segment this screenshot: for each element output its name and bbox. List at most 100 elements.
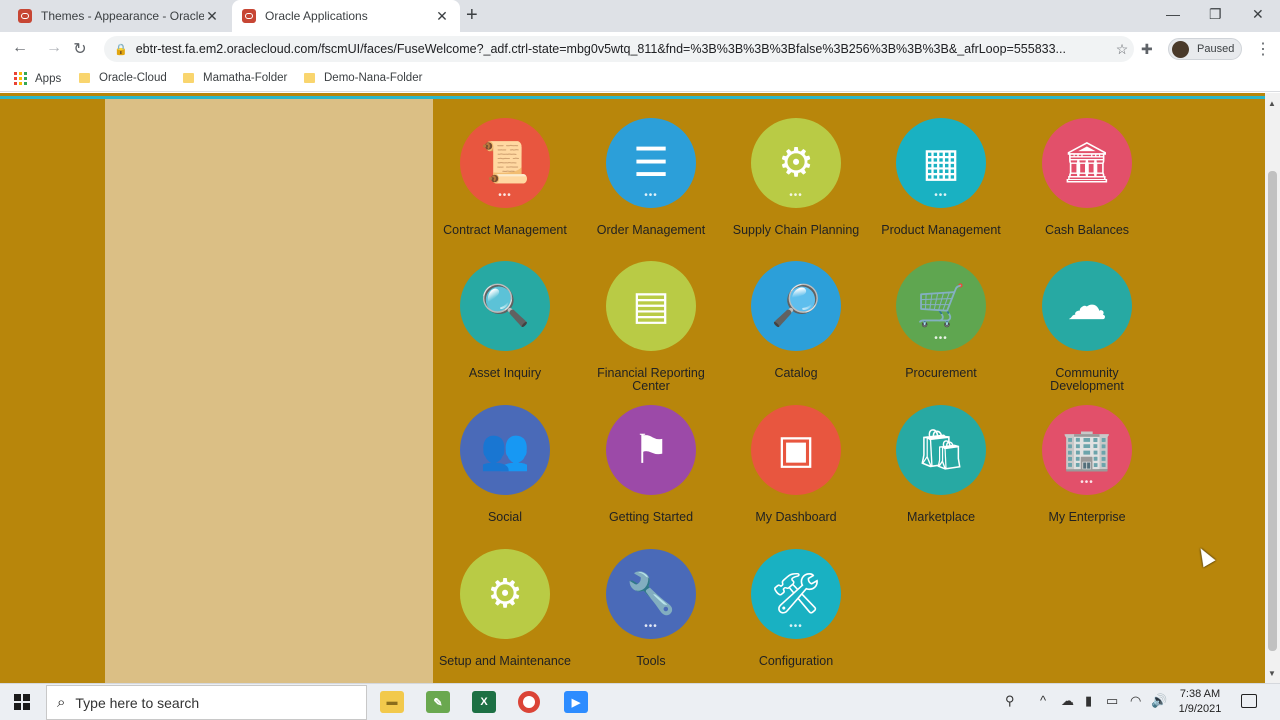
tile-icon-circle[interactable]: 🔧 ••• <box>606 549 696 639</box>
springboard-tile[interactable]: ▤ Financial Reporting Center <box>581 261 721 393</box>
tile-icon-circle[interactable]: 📜 ••• <box>460 118 550 208</box>
springboard-tile[interactable]: 🛍 Marketplace <box>871 405 1011 524</box>
tile-icon-circle[interactable]: 🛠 ••• <box>751 549 841 639</box>
tile-icon-circle[interactable]: ☁ <box>1042 261 1132 351</box>
springboard-tile[interactable]: 🔍 Asset Inquiry <box>435 261 575 380</box>
chrome-icon[interactable] <box>518 691 540 713</box>
maximize-icon[interactable]: ❐ <box>1209 6 1222 23</box>
tile-label: Catalog <box>774 366 818 380</box>
onedrive-icon[interactable]: ☁ <box>1061 693 1074 709</box>
oracle-favicon-icon <box>18 9 32 23</box>
flag-icon: ⚑ <box>633 428 669 472</box>
more-dots-icon: ••• <box>934 333 948 344</box>
tile-label: My Dashboard <box>755 510 837 524</box>
excel-icon[interactable]: X <box>472 691 496 713</box>
more-dots-icon: ••• <box>789 190 803 201</box>
springboard-tile[interactable]: ▦ ••• Product Management <box>871 118 1011 237</box>
url-bar[interactable]: 🔒 ebtr-test.fa.em2.oraclecloud.com/fscmU… <box>104 36 1134 62</box>
profile-button[interactable]: Paused <box>1168 38 1242 60</box>
tile-icon-circle[interactable]: ▣ <box>751 405 841 495</box>
springboard-tile[interactable]: 📜 ••• Contract Management <box>435 118 575 237</box>
springboard-tile[interactable]: ⚙ ••• Supply Chain Planning <box>726 118 866 237</box>
close-tab-icon[interactable]: ✕ <box>204 8 220 25</box>
tile-icon-circle[interactable]: 🏢 ••• <box>1042 405 1132 495</box>
scrollbar-thumb[interactable] <box>1268 171 1277 651</box>
close-window-icon[interactable]: ✕ <box>1252 6 1264 23</box>
taskbar-search-input[interactable]: ⌕ Type here to search <box>46 685 367 720</box>
springboard-tile[interactable]: ⚑ Getting Started <box>581 405 721 524</box>
zoom-icon[interactable]: ▶ <box>564 691 588 713</box>
springboard-tile[interactable]: ▣ My Dashboard <box>726 405 866 524</box>
cloud-city-icon: ☁ <box>1067 284 1107 328</box>
tile-icon-circle[interactable]: 🔎 <box>751 261 841 351</box>
scroll-up-arrow-icon[interactable]: ▲ <box>1268 99 1276 108</box>
tile-icon-circle[interactable]: ⚙ ••• <box>751 118 841 208</box>
address-toolbar: ← → ↻ 🔒 ebtr-test.fa.em2.oraclecloud.com… <box>0 32 1280 66</box>
oracle-favicon-icon <box>242 9 256 23</box>
system-clock[interactable]: 7:38 AM 1/9/2021 <box>1172 687 1228 717</box>
notifications-icon[interactable] <box>1241 694 1257 708</box>
tile-icon-circle[interactable]: ⚑ <box>606 405 696 495</box>
tile-icon-circle[interactable]: ⚙ <box>460 549 550 639</box>
bookmark-star-icon[interactable]: ☆ <box>1110 41 1134 58</box>
more-dots-icon: ••• <box>1080 477 1094 488</box>
bookmark-demo-nana-folder[interactable]: Demo-Nana-Folder <box>304 72 422 84</box>
reload-icon[interactable]: ↻ <box>70 39 90 59</box>
config-wrench-icon: 🛠 <box>770 572 822 616</box>
wifi-icon[interactable]: ◠ <box>1130 693 1141 709</box>
people-network-icon: 👥 <box>480 428 530 472</box>
tile-icon-circle[interactable]: 🛒 ••• <box>896 261 986 351</box>
springboard-tile[interactable]: 🔧 ••• Tools <box>581 549 721 668</box>
springboard-tile[interactable]: 👥 Social <box>435 405 575 524</box>
close-tab-icon[interactable]: ✕ <box>434 8 450 25</box>
tile-icon-circle[interactable]: 👥 <box>460 405 550 495</box>
extensions-puzzle-icon[interactable]: ✚ <box>1141 41 1153 58</box>
tab-themes-appearance[interactable]: Themes - Appearance - Oracle Ap ✕ <box>8 0 230 32</box>
search-icon: ⌕ <box>57 694 66 711</box>
tile-icon-circle[interactable]: 🏛 <box>1042 118 1132 208</box>
browser-menu-icon[interactable]: ⋮ <box>1255 39 1271 59</box>
profile-status: Paused <box>1197 43 1235 55</box>
tile-label: Order Management <box>596 223 706 237</box>
volume-icon[interactable]: 🔊 <box>1151 693 1167 709</box>
page-viewport: 📜 ••• Contract Management ☰ ••• Order Managem… <box>0 93 1280 683</box>
building-icon: 🏢 <box>1062 428 1112 472</box>
boxes-icon: ▦ <box>922 141 960 185</box>
bookmark-oracle-cloud[interactable]: Oracle-Cloud <box>79 72 167 84</box>
tile-icon-circle[interactable]: ☰ ••• <box>606 118 696 208</box>
springboard-tile[interactable]: ⚙ Setup and Maintenance <box>435 549 575 668</box>
folder-icon <box>79 73 90 83</box>
tile-label: Setup and Maintenance <box>438 654 572 668</box>
new-tab-icon[interactable]: + <box>466 5 478 25</box>
more-dots-icon: ••• <box>644 621 658 632</box>
file-explorer-icon[interactable]: ▬ <box>380 691 404 713</box>
scroll-down-arrow-icon[interactable]: ▼ <box>1268 669 1276 678</box>
minimize-icon[interactable]: — <box>1166 6 1180 22</box>
url-text[interactable]: ebtr-test.fa.em2.oraclecloud.com/fscmUI/… <box>136 42 1110 56</box>
springboard-tile[interactable]: ☰ ••• Order Management <box>581 118 721 237</box>
catalog-search-icon: 🔎 <box>771 284 821 328</box>
forward-icon[interactable]: → <box>44 39 64 57</box>
tile-icon-circle[interactable]: ▦ ••• <box>896 118 986 208</box>
tab-oracle-applications[interactable]: Oracle Applications ✕ <box>232 0 460 32</box>
people-icon[interactable]: ⚲ <box>1005 693 1015 709</box>
springboard-tile[interactable]: ☁ Community Development <box>1017 261 1157 393</box>
microphone-icon[interactable]: ▮ <box>1085 693 1092 709</box>
windows-start-icon[interactable] <box>14 694 30 710</box>
notepad-app-icon[interactable]: ✎ <box>426 691 450 713</box>
battery-icon[interactable]: ▭ <box>1106 693 1118 709</box>
springboard-tile[interactable]: 🔎 Catalog <box>726 261 866 380</box>
tile-label: Product Management <box>881 223 1001 237</box>
tile-icon-circle[interactable]: 🔍 <box>460 261 550 351</box>
tray-overflow-icon[interactable]: ^ <box>1040 693 1046 708</box>
springboard-tile[interactable]: 🛒 ••• Procurement <box>871 261 1011 380</box>
springboard-tile[interactable]: 🏢 ••• My Enterprise <box>1017 405 1157 524</box>
back-icon[interactable]: ← <box>10 39 30 57</box>
springboard-tile[interactable]: 🛠 ••• Configuration <box>726 549 866 668</box>
tile-icon-circle[interactable]: 🛍 <box>896 405 986 495</box>
tile-label: Supply Chain Planning <box>732 223 860 237</box>
bookmark-apps[interactable]: Apps <box>14 72 61 85</box>
springboard-tile[interactable]: 🏛 Cash Balances <box>1017 118 1157 237</box>
bookmark-mamatha-folder[interactable]: Mamatha-Folder <box>183 72 287 84</box>
tile-icon-circle[interactable]: ▤ <box>606 261 696 351</box>
